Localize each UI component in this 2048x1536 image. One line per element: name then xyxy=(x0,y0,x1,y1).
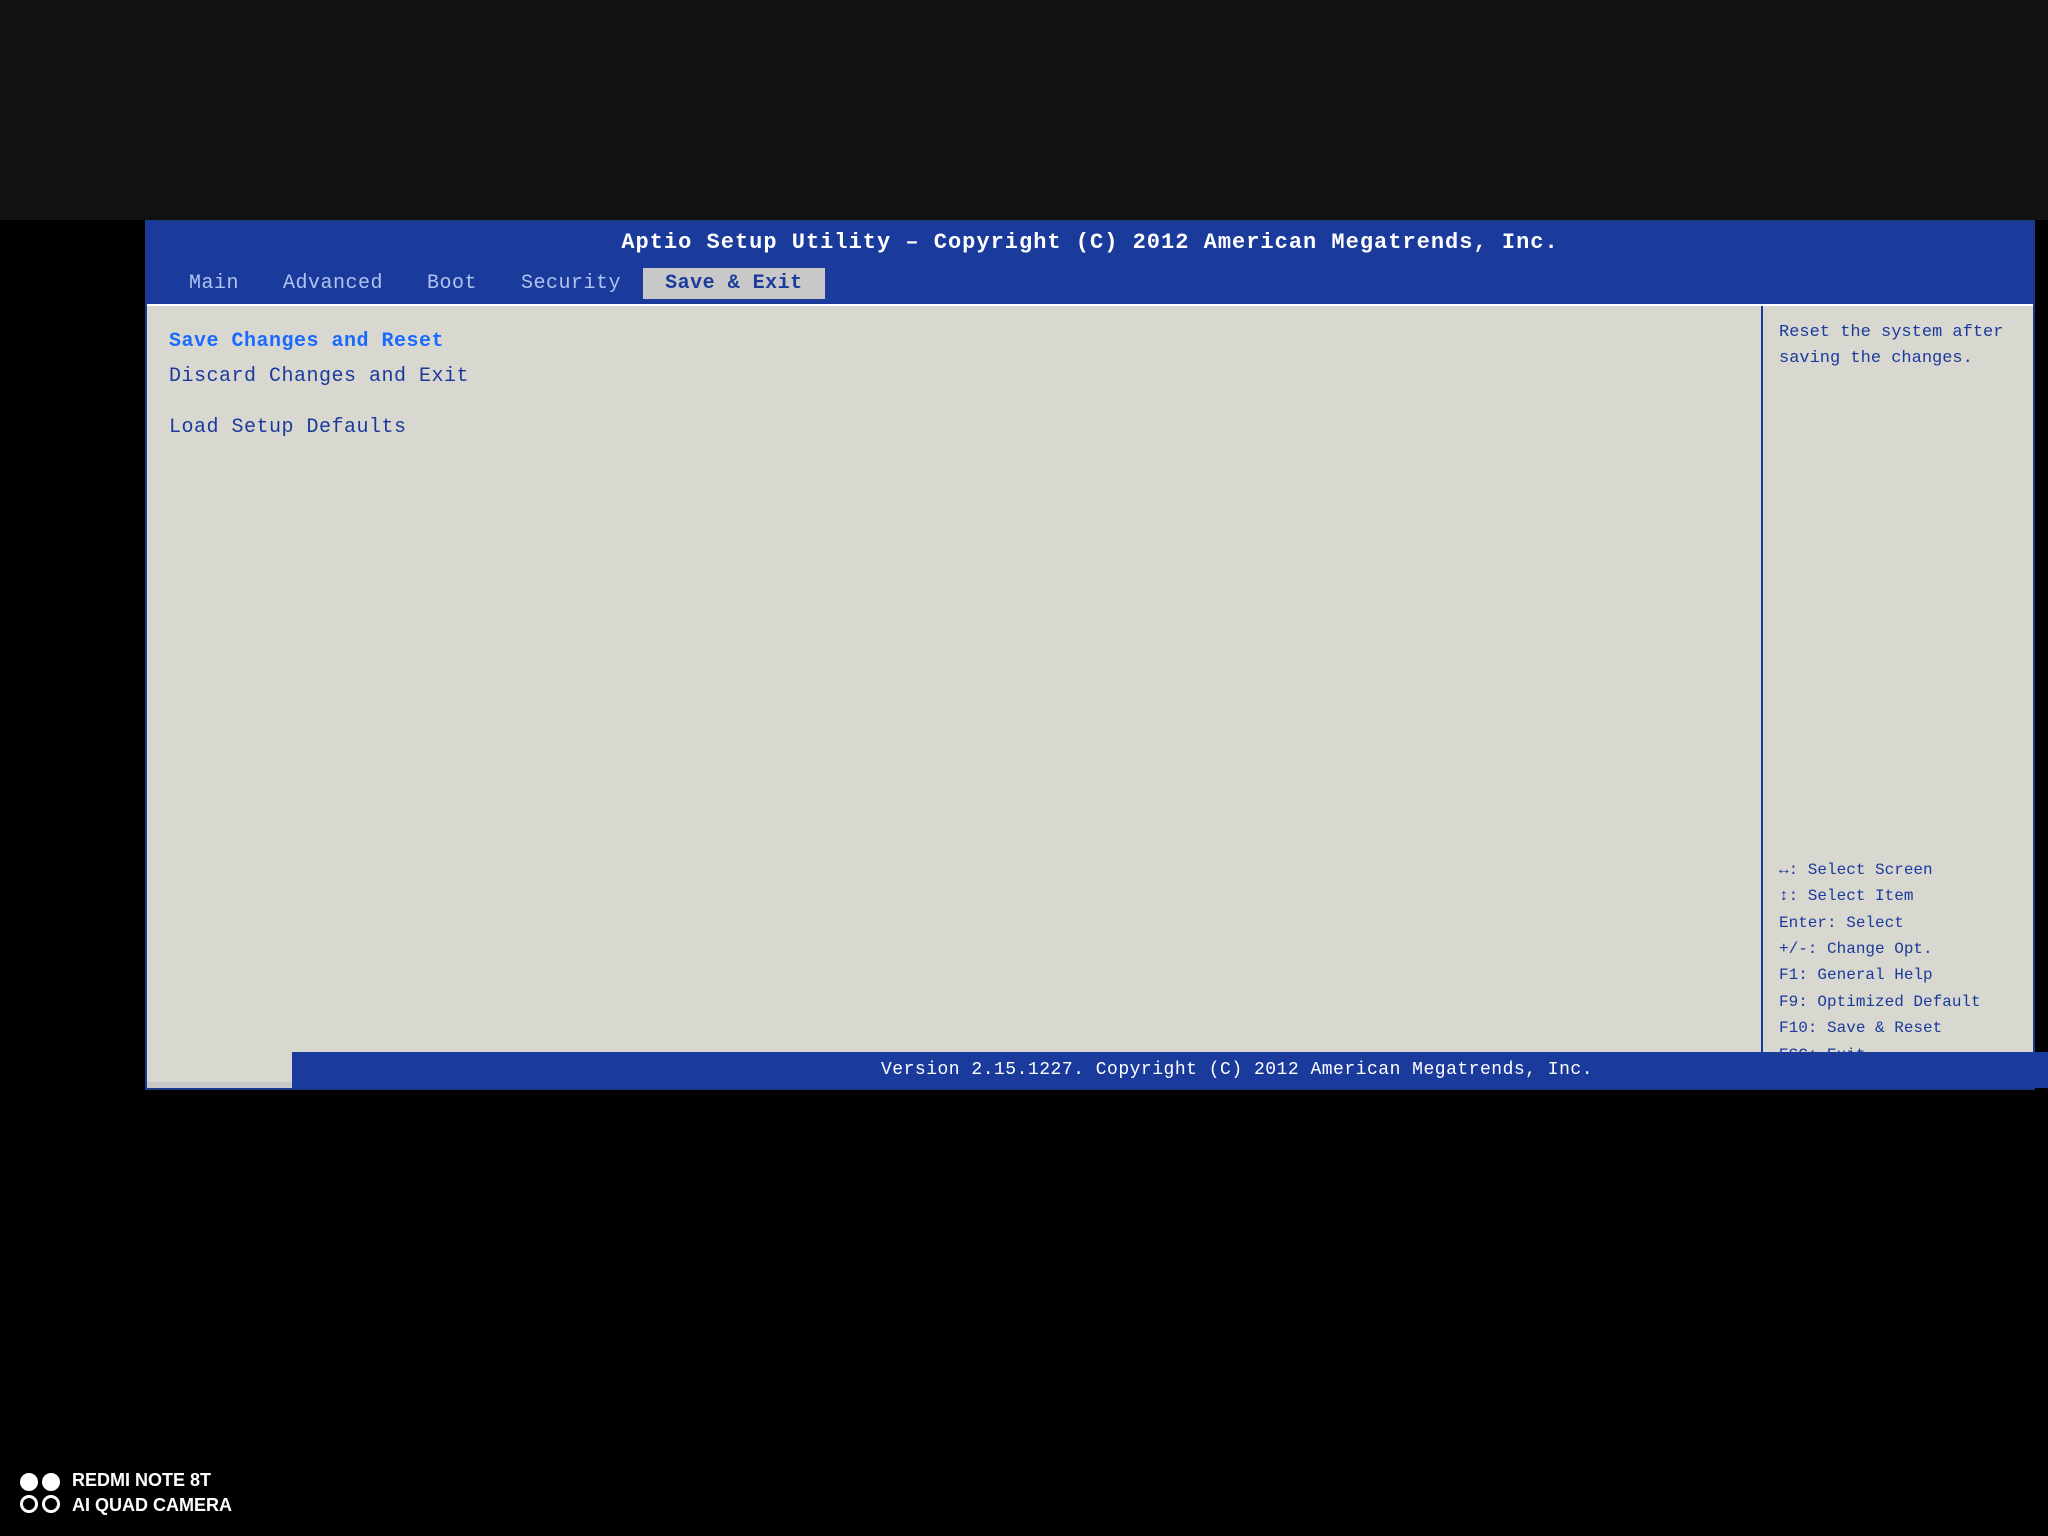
content-area: Save Changes and Reset Discard Changes a… xyxy=(147,306,2033,1082)
menu-bar: Main Advanced Boot Security Save & Exit xyxy=(147,263,2033,306)
option-gap xyxy=(169,394,1739,410)
option-save-changes-reset[interactable]: Save Changes and Reset xyxy=(169,324,1739,359)
left-panel: Save Changes and Reset Discard Changes a… xyxy=(147,306,1763,1082)
right-panel: Reset the system after saving the change… xyxy=(1763,306,2033,1082)
camera-dot-1 xyxy=(20,1473,38,1491)
menu-item-security[interactable]: Security xyxy=(499,268,643,299)
option-load-setup-defaults[interactable]: Load Setup Defaults xyxy=(169,410,1739,445)
camera-dot-2 xyxy=(42,1473,60,1491)
key-f10: F10: Save & Reset xyxy=(1779,1015,2017,1041)
option-discard-changes-exit[interactable]: Discard Changes and Exit xyxy=(169,359,1739,394)
key-change-opt: +/-: Change Opt. xyxy=(1779,936,2017,962)
camera-icons xyxy=(20,1473,60,1513)
menu-item-save-exit[interactable]: Save & Exit xyxy=(643,268,825,299)
camera-ring-1 xyxy=(20,1495,38,1513)
key-enter: Enter: Select xyxy=(1779,910,2017,936)
menu-item-boot[interactable]: Boot xyxy=(405,268,499,299)
menu-item-main[interactable]: Main xyxy=(167,268,261,299)
camera-icon-row-bottom xyxy=(20,1495,60,1513)
bios-screen: Aptio Setup Utility – Copyright (C) 2012… xyxy=(145,220,2035,1090)
version-text: Version 2.15.1227. Copyright (C) 2012 Am… xyxy=(881,1060,1593,1080)
camera-text: REDMI NOTE 8T AI QUAD CAMERA xyxy=(72,1468,232,1518)
camera-icon-row-top xyxy=(20,1473,60,1491)
camera-type: AI QUAD CAMERA xyxy=(72,1493,232,1518)
camera-watermark: REDMI NOTE 8T AI QUAD CAMERA xyxy=(20,1468,232,1518)
key-select-screen: ↔: Select Screen xyxy=(1779,857,2017,883)
device-name: REDMI NOTE 8T xyxy=(72,1468,232,1493)
key-f9: F9: Optimized Default xyxy=(1779,989,2017,1015)
key-select-item: ↕: Select Item xyxy=(1779,883,2017,909)
screen-wrapper: Aptio Setup Utility – Copyright (C) 2012… xyxy=(0,0,2048,1536)
menu-item-advanced[interactable]: Advanced xyxy=(261,268,405,299)
key-help-section: ↔: Select Screen ↕: Select Item Enter: S… xyxy=(1779,857,2017,1068)
version-bar: Version 2.15.1227. Copyright (C) 2012 Am… xyxy=(292,1052,2048,1088)
key-f1: F1: General Help xyxy=(1779,962,2017,988)
help-description: Reset the system after saving the change… xyxy=(1779,320,2017,371)
top-dark-area xyxy=(0,0,2048,220)
title-bar: Aptio Setup Utility – Copyright (C) 2012… xyxy=(147,222,2033,263)
camera-ring-2 xyxy=(42,1495,60,1513)
bios-title: Aptio Setup Utility – Copyright (C) 2012… xyxy=(621,230,1558,255)
